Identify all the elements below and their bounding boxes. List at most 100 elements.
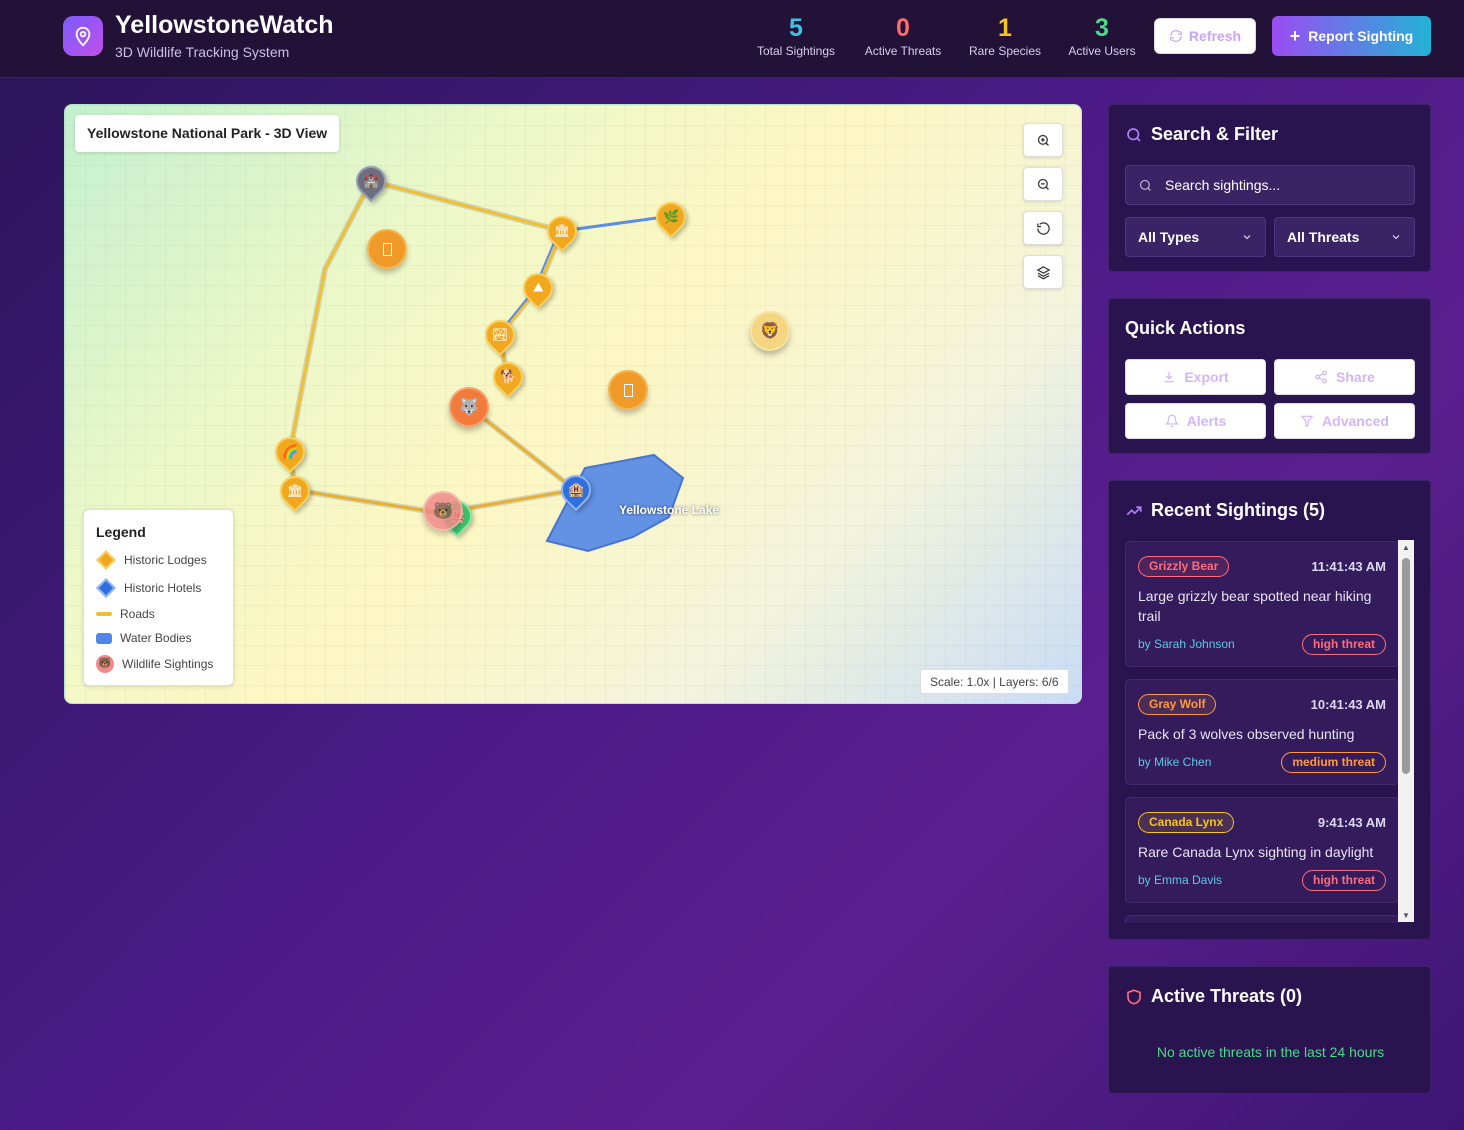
zoom-out-button[interactable] bbox=[1023, 167, 1063, 201]
legend-title: Legend bbox=[96, 524, 146, 540]
bell-icon bbox=[1164, 414, 1179, 427]
map-title: Yellowstone National Park - 3D View bbox=[75, 115, 340, 152]
share-button[interactable]: Share bbox=[1274, 359, 1415, 395]
legend-item-wildlife: 🐻 Wildlife Sightings bbox=[96, 654, 213, 674]
sighting-time: 9:41:43 AM bbox=[1317, 815, 1386, 830]
search-input[interactable]: Search sightings... bbox=[1125, 165, 1415, 205]
alerts-button[interactable]: Alerts bbox=[1125, 403, 1266, 439]
lake-label: Yellowstone Lake bbox=[619, 503, 720, 517]
app-subtitle: 3D Wildlife Tracking System bbox=[115, 44, 290, 60]
stat-label: Active Threats bbox=[864, 44, 942, 58]
stat-total-sightings: 5 Total Sightings bbox=[754, 14, 838, 58]
search-filter-title: Search & Filter bbox=[1125, 124, 1278, 145]
search-placeholder: Search sightings... bbox=[1165, 177, 1281, 193]
panel-title-text: Search & Filter bbox=[1151, 124, 1279, 144]
legend-label: Roads bbox=[120, 607, 155, 621]
type-filter-select[interactable]: All Types bbox=[1125, 217, 1266, 257]
legend-item-roads: Roads bbox=[96, 604, 155, 624]
legend-item-water: Water Bodies bbox=[96, 628, 192, 648]
reset-view-button[interactable] bbox=[1023, 211, 1063, 245]
stat-label: Rare Species bbox=[968, 44, 1042, 58]
panel-title-text: Active Threats (0) bbox=[1151, 986, 1303, 1006]
trending-up-icon bbox=[1126, 505, 1142, 515]
road bbox=[370, 179, 563, 233]
report-sighting-button[interactable]: + Report Sighting bbox=[1272, 16, 1431, 56]
sighting-time: 10:41:43 AM bbox=[1310, 697, 1386, 712]
wolf-sighting-marker[interactable]: 🐺 bbox=[449, 387, 489, 427]
lynx-sighting-marker[interactable]: 🦁 bbox=[750, 311, 790, 351]
lodge-icon: 🏛 bbox=[286, 483, 304, 499]
layers-button[interactable] bbox=[1023, 255, 1063, 289]
stat-value: 1 bbox=[998, 14, 1012, 42]
lodge-icon: 🏛 bbox=[553, 223, 571, 239]
no-threats-message: No active threats in the last 24 hours bbox=[1156, 1044, 1385, 1060]
advanced-button[interactable]: Advanced bbox=[1274, 403, 1415, 439]
stat-active-threats: 0 Active Threats bbox=[861, 14, 945, 58]
report-label: Report Sighting bbox=[1308, 28, 1414, 44]
type-filter-value: All Types bbox=[1138, 229, 1200, 245]
stat-value: 3 bbox=[1095, 14, 1109, 42]
search-icon bbox=[1127, 127, 1141, 142]
layers-icon bbox=[1036, 265, 1050, 279]
scroll-up-arrow-icon[interactable]: ▲ bbox=[1398, 540, 1414, 554]
water-swatch-icon bbox=[96, 632, 112, 644]
refresh-button[interactable]: Refresh bbox=[1154, 18, 1256, 54]
park-icon: 🏞 bbox=[491, 327, 509, 343]
wildlife-sighting-marker[interactable] bbox=[608, 370, 648, 410]
app-logo bbox=[63, 16, 103, 56]
stat-label: Total Sightings bbox=[756, 44, 836, 58]
plant-icon: 🌿 bbox=[662, 209, 680, 224]
threat-badge: high threat bbox=[1302, 870, 1386, 891]
wildlife-sighting-marker[interactable] bbox=[367, 229, 407, 269]
sighting-card[interactable]: Gray Wolf 10:41:43 AM Pack of 3 wolves o… bbox=[1125, 679, 1399, 785]
sighting-time: 11:41:43 AM bbox=[1311, 559, 1386, 574]
legend-item-hotels: Historic Hotels bbox=[96, 578, 201, 598]
stat-active-users: 3 Active Users bbox=[1064, 14, 1140, 58]
shield-icon bbox=[1127, 988, 1141, 1005]
unknown-species-icon bbox=[623, 383, 633, 397]
bear-sighting-marker[interactable]: 🐻 bbox=[423, 491, 463, 531]
scale-indicator: Scale: 1.0x | Layers: 6/6 bbox=[920, 669, 1069, 694]
share-icon bbox=[1315, 370, 1327, 384]
species-badge: Gray Wolf bbox=[1138, 694, 1217, 715]
legend-label: Water Bodies bbox=[120, 631, 192, 645]
legend-item-lodges: Historic Lodges bbox=[96, 550, 207, 570]
chevron-down-icon bbox=[1243, 235, 1251, 240]
hotel-diamond-icon bbox=[96, 578, 116, 598]
sighting-description: Rare Canada Lynx sighting in daylight bbox=[1138, 844, 1374, 860]
sighting-author: by Mike Chen bbox=[1138, 755, 1212, 769]
export-button[interactable]: Export bbox=[1125, 359, 1266, 395]
reset-icon bbox=[1036, 221, 1050, 235]
bear-icon: 🐻 bbox=[96, 655, 114, 673]
stat-value: 0 bbox=[896, 14, 910, 42]
castle-icon: 🏰 bbox=[362, 173, 380, 188]
sightings-scrollbar[interactable]: ▲ ▼ bbox=[1398, 540, 1414, 922]
sighting-card[interactable]: Grizzly Bear 11:41:43 AM Large grizzly b… bbox=[1125, 541, 1399, 667]
sighting-card[interactable] bbox=[1125, 915, 1399, 923]
threat-filter-value: All Threats bbox=[1287, 229, 1360, 245]
sighting-description: Large grizzly bear spotted near hiking t… bbox=[1138, 588, 1372, 624]
scrollbar-thumb[interactable] bbox=[1402, 558, 1410, 774]
threat-filter-select[interactable]: All Threats bbox=[1274, 217, 1415, 257]
threat-badge: medium threat bbox=[1281, 752, 1386, 773]
zoom-out-icon bbox=[1037, 178, 1049, 190]
hotel-icon: 🏨 bbox=[567, 482, 585, 497]
legend-label: Historic Lodges bbox=[124, 553, 207, 567]
sighting-card[interactable]: Canada Lynx 9:41:43 AM Rare Canada Lynx … bbox=[1125, 797, 1399, 903]
refresh-icon bbox=[1170, 30, 1182, 42]
sightings-list[interactable]: Grizzly Bear 11:41:43 AM Large grizzly b… bbox=[1125, 541, 1415, 923]
stat-label: Active Users bbox=[1068, 44, 1136, 58]
zoom-in-button[interactable] bbox=[1023, 123, 1063, 157]
refresh-label: Refresh bbox=[1188, 28, 1242, 44]
alerts-label: Alerts bbox=[1186, 413, 1227, 429]
legend-label: Historic Hotels bbox=[124, 581, 202, 595]
chevron-down-icon bbox=[1392, 235, 1400, 240]
scroll-down-arrow-icon[interactable]: ▼ bbox=[1398, 908, 1414, 922]
sighting-author: by Sarah Johnson bbox=[1138, 637, 1235, 651]
road-line-icon bbox=[96, 612, 112, 616]
bear-icon: 🐻 bbox=[433, 503, 453, 520]
park-map[interactable]: Yellowstone Lake 🏰 🏛 🌿 ⛰ 🏞 🐕 🌈 🏛 🏨 🏨 🐺 🐻… bbox=[64, 104, 1082, 704]
search-icon bbox=[1139, 179, 1151, 191]
active-threats-title: Active Threats (0) bbox=[1125, 986, 1302, 1007]
download-icon bbox=[1164, 371, 1174, 383]
